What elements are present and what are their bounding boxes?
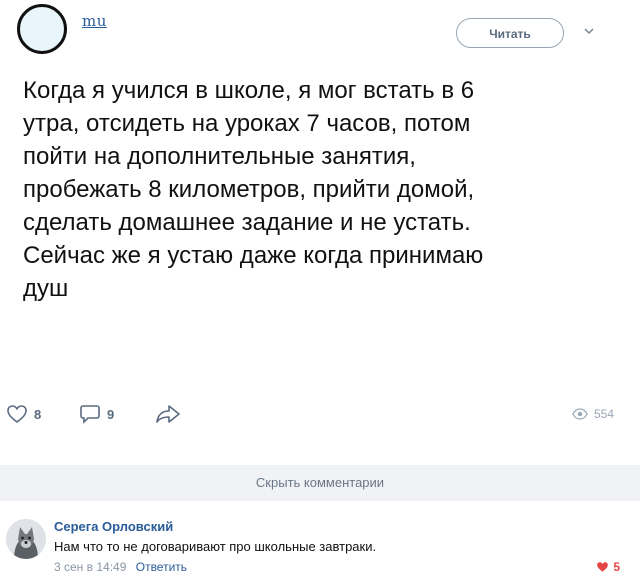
- views-counter: 554: [572, 407, 614, 421]
- follow-button[interactable]: Читать: [456, 18, 564, 48]
- comment-icon: [80, 405, 100, 424]
- comment-count: 9: [107, 406, 115, 422]
- post-actions: 8 9 554: [0, 396, 640, 436]
- like-button[interactable]: 8: [6, 404, 41, 424]
- heart-filled-icon: [597, 562, 609, 572]
- author-avatar[interactable]: [17, 4, 67, 54]
- comment-meta: 3 сен в 14:49 Ответить: [54, 560, 187, 574]
- chevron-down-icon[interactable]: [582, 24, 596, 38]
- commenter-avatar[interactable]: [6, 519, 46, 559]
- comment-text: Нам что то не договаривают про школьные …: [54, 539, 377, 554]
- views-count: 554: [593, 407, 614, 421]
- eye-icon: [572, 408, 588, 420]
- wolf-avatar-icon: [6, 519, 46, 559]
- comment-button[interactable]: 9: [79, 404, 114, 424]
- comment-like-count: 5: [613, 560, 620, 574]
- heart-icon: [7, 405, 27, 424]
- post-text: Когда я учился в школе, я мог встать в 6…: [23, 77, 484, 302]
- like-count: 8: [34, 406, 42, 422]
- author-username[interactable]: mu: [82, 12, 107, 30]
- comment-time[interactable]: 3 сен в 14:49: [54, 560, 126, 574]
- share-button[interactable]: [155, 404, 181, 424]
- comment-item: Серега Орловский Нам что то не договарив…: [0, 505, 640, 585]
- comment-like-button[interactable]: 5: [596, 560, 620, 574]
- post-header: mu Читать: [0, 0, 640, 70]
- hide-comments-button[interactable]: Скрыть комментарии: [0, 465, 640, 501]
- share-arrow-icon: [156, 405, 180, 423]
- reply-link[interactable]: Ответить: [136, 560, 187, 574]
- comment-author[interactable]: Серега Орловский: [54, 519, 173, 534]
